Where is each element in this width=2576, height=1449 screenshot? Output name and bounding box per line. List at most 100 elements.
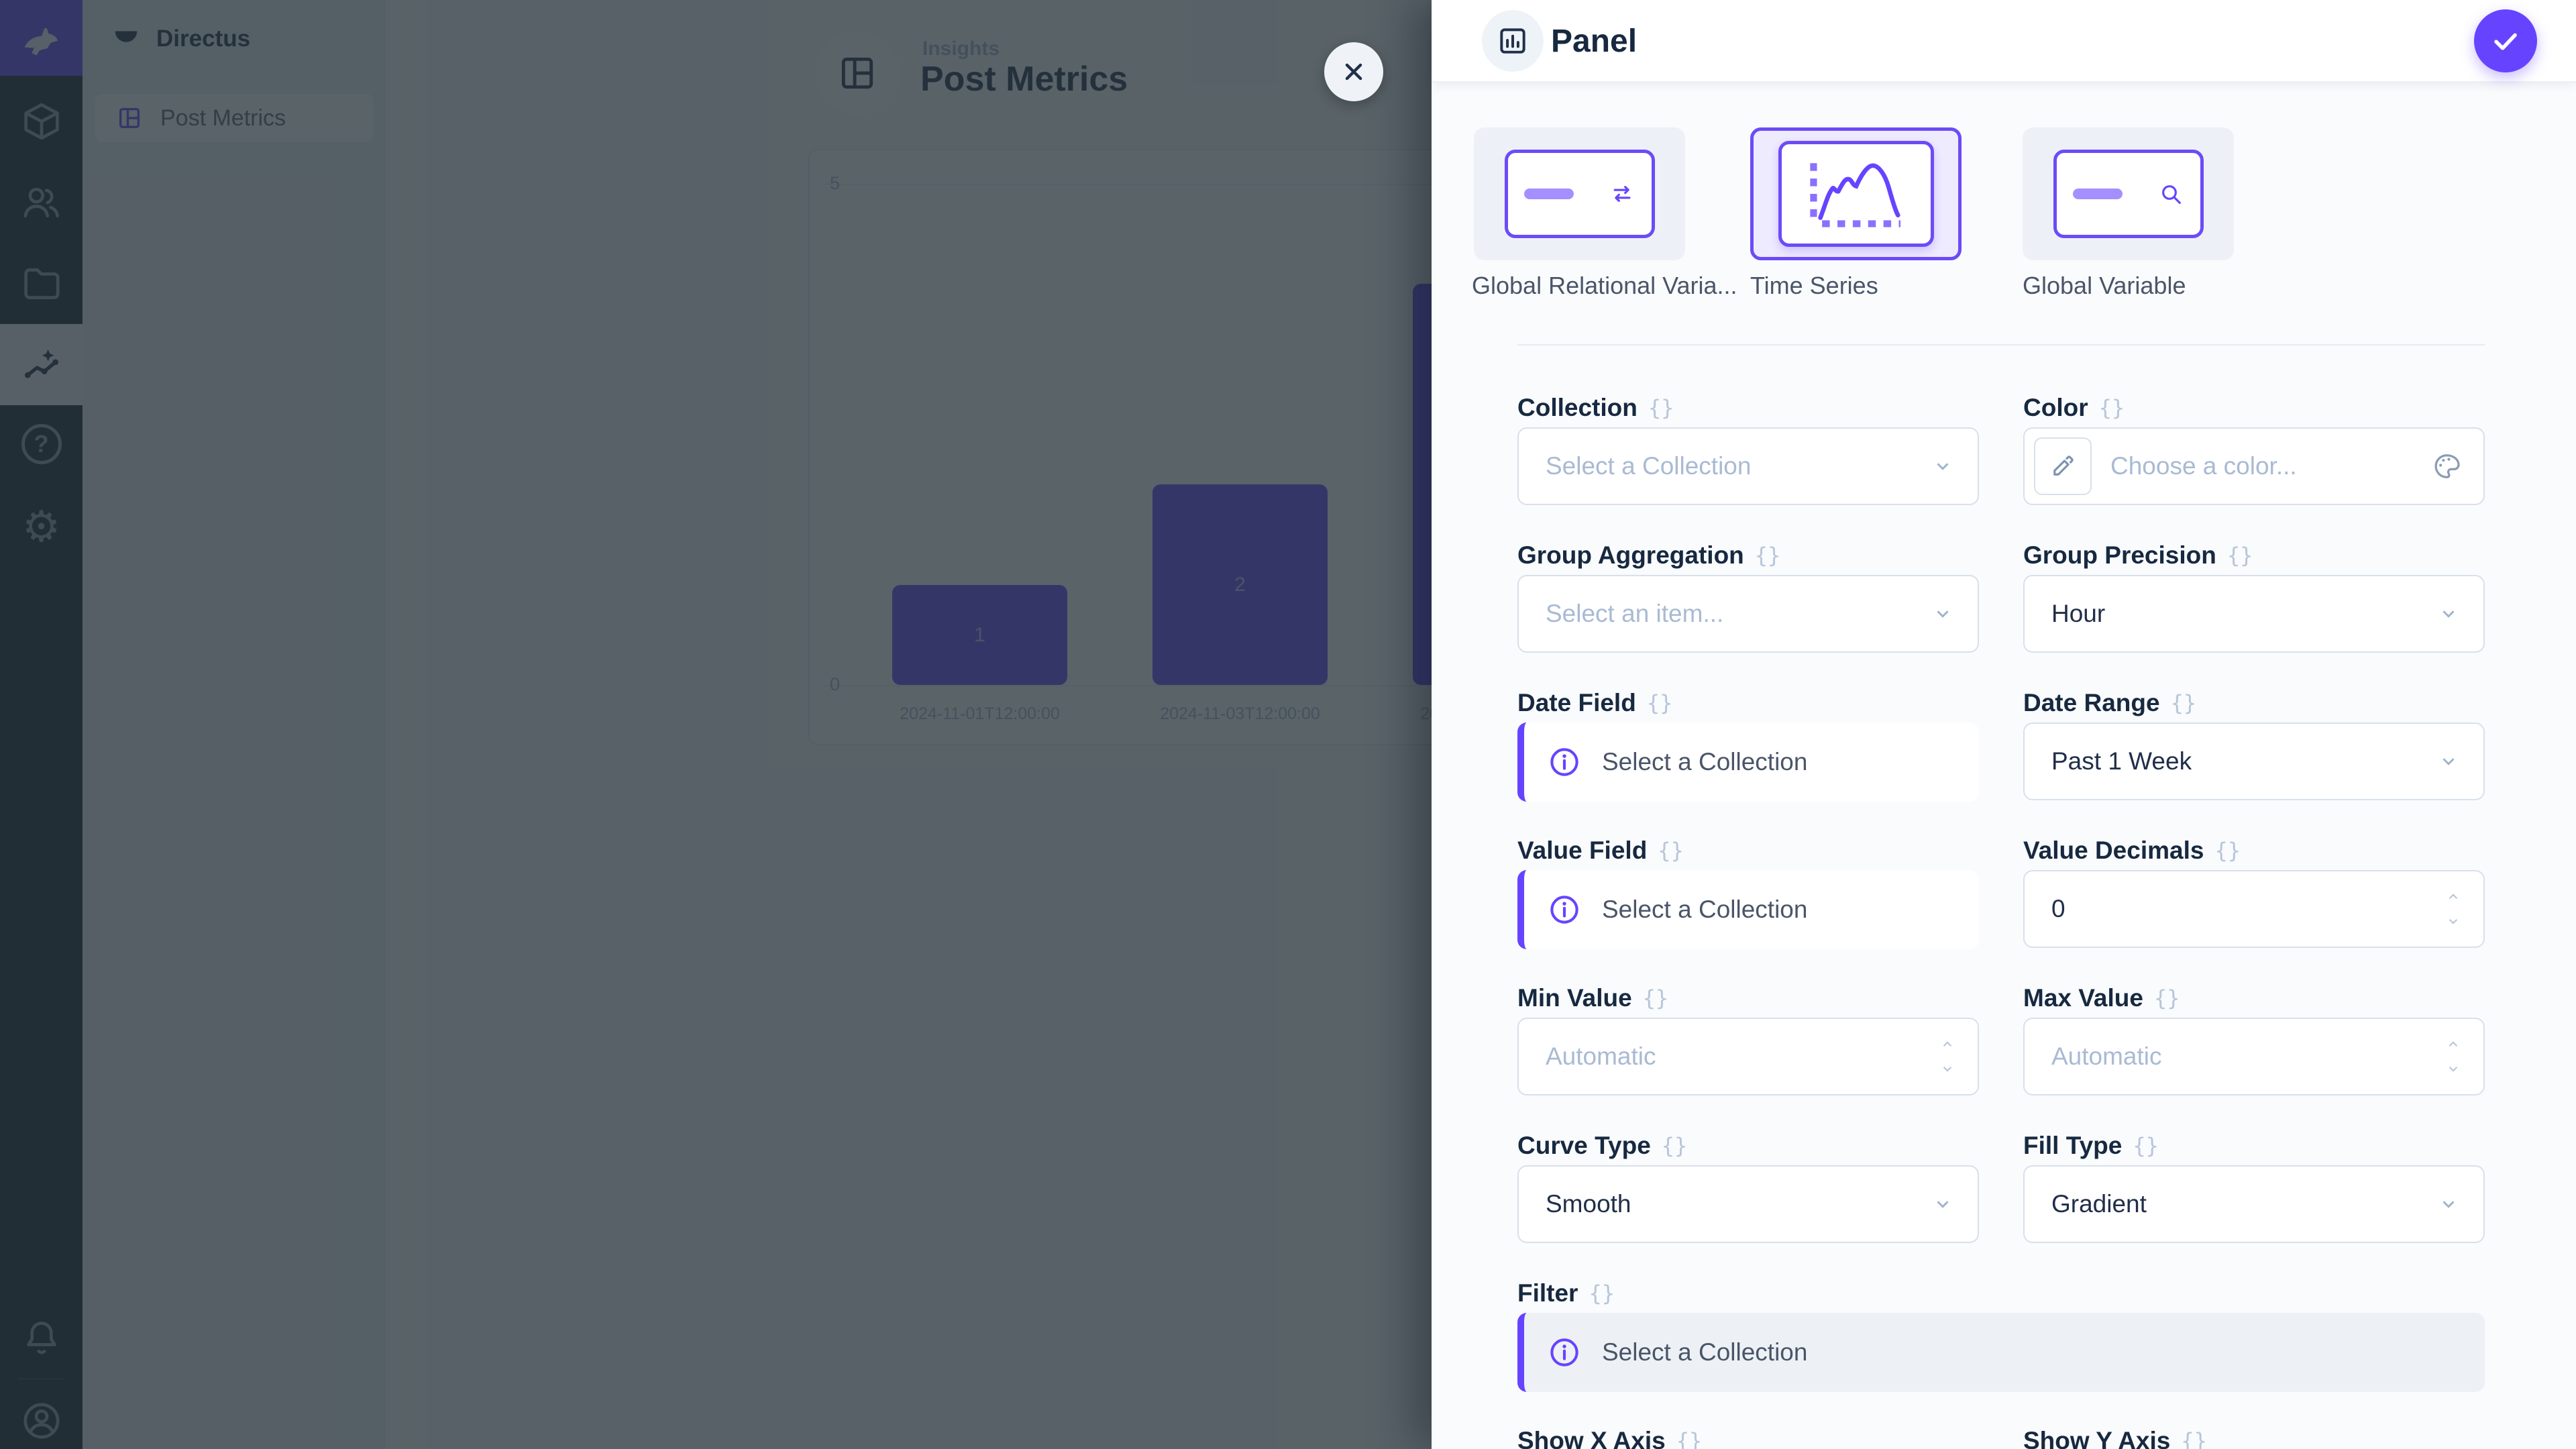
group-aggregation-select[interactable]: Select an item... bbox=[1517, 575, 1979, 653]
field-label: Filter bbox=[1517, 1279, 1578, 1307]
screen: ? ⚙ Directus bbox=[0, 0, 2576, 1449]
section-divider bbox=[1517, 344, 2485, 345]
field-collection: Collection {} Select a Collection bbox=[1517, 392, 1979, 505]
raw-value-icon[interactable]: {} bbox=[2227, 543, 2253, 568]
panel-drawer: Panel bbox=[1432, 0, 2576, 1449]
info-icon bbox=[1547, 1335, 1582, 1370]
field-group-precision: Group Precision {} Hour bbox=[2023, 540, 2485, 653]
number-stepper[interactable] bbox=[2442, 1019, 2465, 1094]
filter-notice: Select a Collection bbox=[1517, 1313, 2485, 1392]
field-color: Color {} Choose a color... bbox=[2023, 392, 2485, 505]
chevron-down-icon bbox=[1931, 1192, 1955, 1216]
field-max-value: Max Value {} Automatic bbox=[2023, 983, 2485, 1095]
field-show-x-axis: Show X Axis {} bbox=[1517, 1426, 1979, 1449]
raw-value-icon[interactable]: {} bbox=[1647, 690, 1673, 716]
field-show-y-axis: Show Y Axis {} bbox=[2023, 1426, 2485, 1449]
close-drawer-button[interactable] bbox=[1324, 42, 1383, 101]
field-label: Group Precision bbox=[2023, 541, 2216, 570]
field-group-aggregation: Group Aggregation {} Select an item... bbox=[1517, 540, 1979, 653]
number-stepper[interactable] bbox=[1936, 1019, 1959, 1094]
field-label: Max Value bbox=[2023, 984, 2143, 1012]
line-chart-icon bbox=[1793, 153, 1919, 235]
raw-value-icon[interactable]: {} bbox=[1648, 395, 1674, 421]
panel-type-global-relational-variable[interactable] bbox=[1474, 127, 1685, 260]
raw-value-icon[interactable]: {} bbox=[1755, 543, 1781, 568]
dash-graphic bbox=[1524, 189, 1574, 199]
field-label: Show X Axis bbox=[1517, 1427, 1666, 1449]
chevron-up-icon bbox=[2442, 1035, 2465, 1053]
field-date-range: Date Range {} Past 1 Week bbox=[2023, 688, 2485, 800]
panel-type-label: Global Relational Varia... bbox=[1472, 272, 1740, 300]
value-field-notice: Select a Collection bbox=[1517, 870, 1979, 949]
raw-value-icon[interactable]: {} bbox=[1589, 1281, 1615, 1306]
field-label: Collection bbox=[1517, 394, 1638, 422]
chevron-down-icon bbox=[2436, 1192, 2461, 1216]
chevron-down-icon bbox=[2442, 913, 2465, 930]
color-swatch-button[interactable] bbox=[2034, 437, 2092, 495]
time-series-graphic bbox=[1778, 141, 1934, 247]
field-value-field: Value Field {} Select a Collection bbox=[1517, 835, 1979, 949]
raw-value-icon[interactable]: {} bbox=[1676, 1428, 1703, 1449]
close-icon bbox=[1339, 57, 1368, 87]
variable-input-graphic bbox=[2053, 150, 2204, 238]
drawer-header: Panel bbox=[1432, 0, 2576, 83]
chevron-up-icon bbox=[1936, 1035, 1959, 1053]
chevron-down-icon bbox=[1936, 1061, 1959, 1078]
save-button[interactable] bbox=[2474, 9, 2537, 72]
panel-type-label: Time Series bbox=[1750, 272, 2019, 300]
drawer-title: Panel bbox=[1551, 0, 1637, 83]
field-label: Show Y Axis bbox=[2023, 1427, 2170, 1449]
raw-value-icon[interactable]: {} bbox=[1658, 838, 1684, 863]
number-stepper[interactable] bbox=[2442, 871, 2465, 947]
raw-value-icon[interactable]: {} bbox=[2154, 985, 2180, 1011]
panel-type-global-variable[interactable] bbox=[2023, 127, 2234, 260]
field-min-value: Min Value{} Automatic bbox=[1517, 983, 1979, 1095]
raw-value-icon[interactable]: {} bbox=[2181, 1428, 2207, 1449]
panel-type-time-series[interactable] bbox=[1750, 127, 1962, 260]
max-value-input[interactable]: Automatic bbox=[2023, 1018, 2485, 1095]
field-label: Group Aggregation bbox=[1517, 541, 1744, 570]
value-decimals-input[interactable]: 0 bbox=[2023, 870, 2485, 948]
chevron-down-icon bbox=[1931, 454, 1955, 478]
field-date-field: Date Field {} Select a Collection bbox=[1517, 688, 1979, 802]
field-label: Fill Type bbox=[2023, 1132, 2122, 1160]
palette-icon[interactable] bbox=[2431, 451, 2462, 482]
chevron-down-icon bbox=[2442, 1061, 2465, 1078]
field-label: Value Field bbox=[1517, 837, 1647, 865]
bar-chart-icon bbox=[1482, 10, 1544, 72]
raw-value-icon[interactable]: {} bbox=[1643, 985, 1669, 1011]
panel-type-label: Global Variable bbox=[2023, 272, 2291, 300]
chevron-down-icon bbox=[2436, 749, 2461, 773]
dash-graphic bbox=[2073, 189, 2123, 199]
raw-value-icon[interactable]: {} bbox=[2133, 1133, 2159, 1159]
field-fill-type: Fill Type {} Gradient bbox=[2023, 1130, 2485, 1243]
group-precision-select[interactable]: Hour bbox=[2023, 575, 2485, 653]
chevron-down-icon bbox=[2436, 602, 2461, 626]
chevron-down-icon bbox=[1931, 602, 1955, 626]
field-label: Color bbox=[2023, 394, 2088, 422]
field-curve-type: Curve Type {} Smooth bbox=[1517, 1130, 1979, 1243]
raw-value-icon[interactable]: {} bbox=[2171, 690, 2197, 716]
collection-select[interactable]: Select a Collection bbox=[1517, 427, 1979, 505]
swap-arrows-icon bbox=[1609, 180, 1635, 207]
field-value-decimals: Value Decimals{} 0 bbox=[2023, 835, 2485, 948]
min-value-input[interactable]: Automatic bbox=[1517, 1018, 1979, 1095]
info-icon bbox=[1547, 892, 1582, 927]
variable-input-graphic bbox=[1505, 150, 1655, 238]
field-filter: Filter {} Select a Collection bbox=[1517, 1278, 2485, 1392]
search-icon bbox=[2157, 180, 2184, 207]
raw-value-icon[interactable]: {} bbox=[1662, 1133, 1688, 1159]
date-field-notice: Select a Collection bbox=[1517, 722, 1979, 802]
fill-type-select[interactable]: Gradient bbox=[2023, 1165, 2485, 1243]
check-icon bbox=[2488, 23, 2523, 58]
raw-value-icon[interactable]: {} bbox=[2099, 395, 2125, 421]
color-input[interactable]: Choose a color... bbox=[2023, 427, 2485, 505]
curve-type-select[interactable]: Smooth bbox=[1517, 1165, 1979, 1243]
info-icon bbox=[1547, 745, 1582, 780]
chevron-up-icon bbox=[2442, 888, 2465, 905]
field-label: Date Range bbox=[2023, 689, 2160, 717]
date-range-select[interactable]: Past 1 Week bbox=[2023, 722, 2485, 800]
field-label: Date Field bbox=[1517, 689, 1636, 717]
raw-value-icon[interactable]: {} bbox=[2214, 838, 2241, 863]
field-label: Curve Type bbox=[1517, 1132, 1651, 1160]
